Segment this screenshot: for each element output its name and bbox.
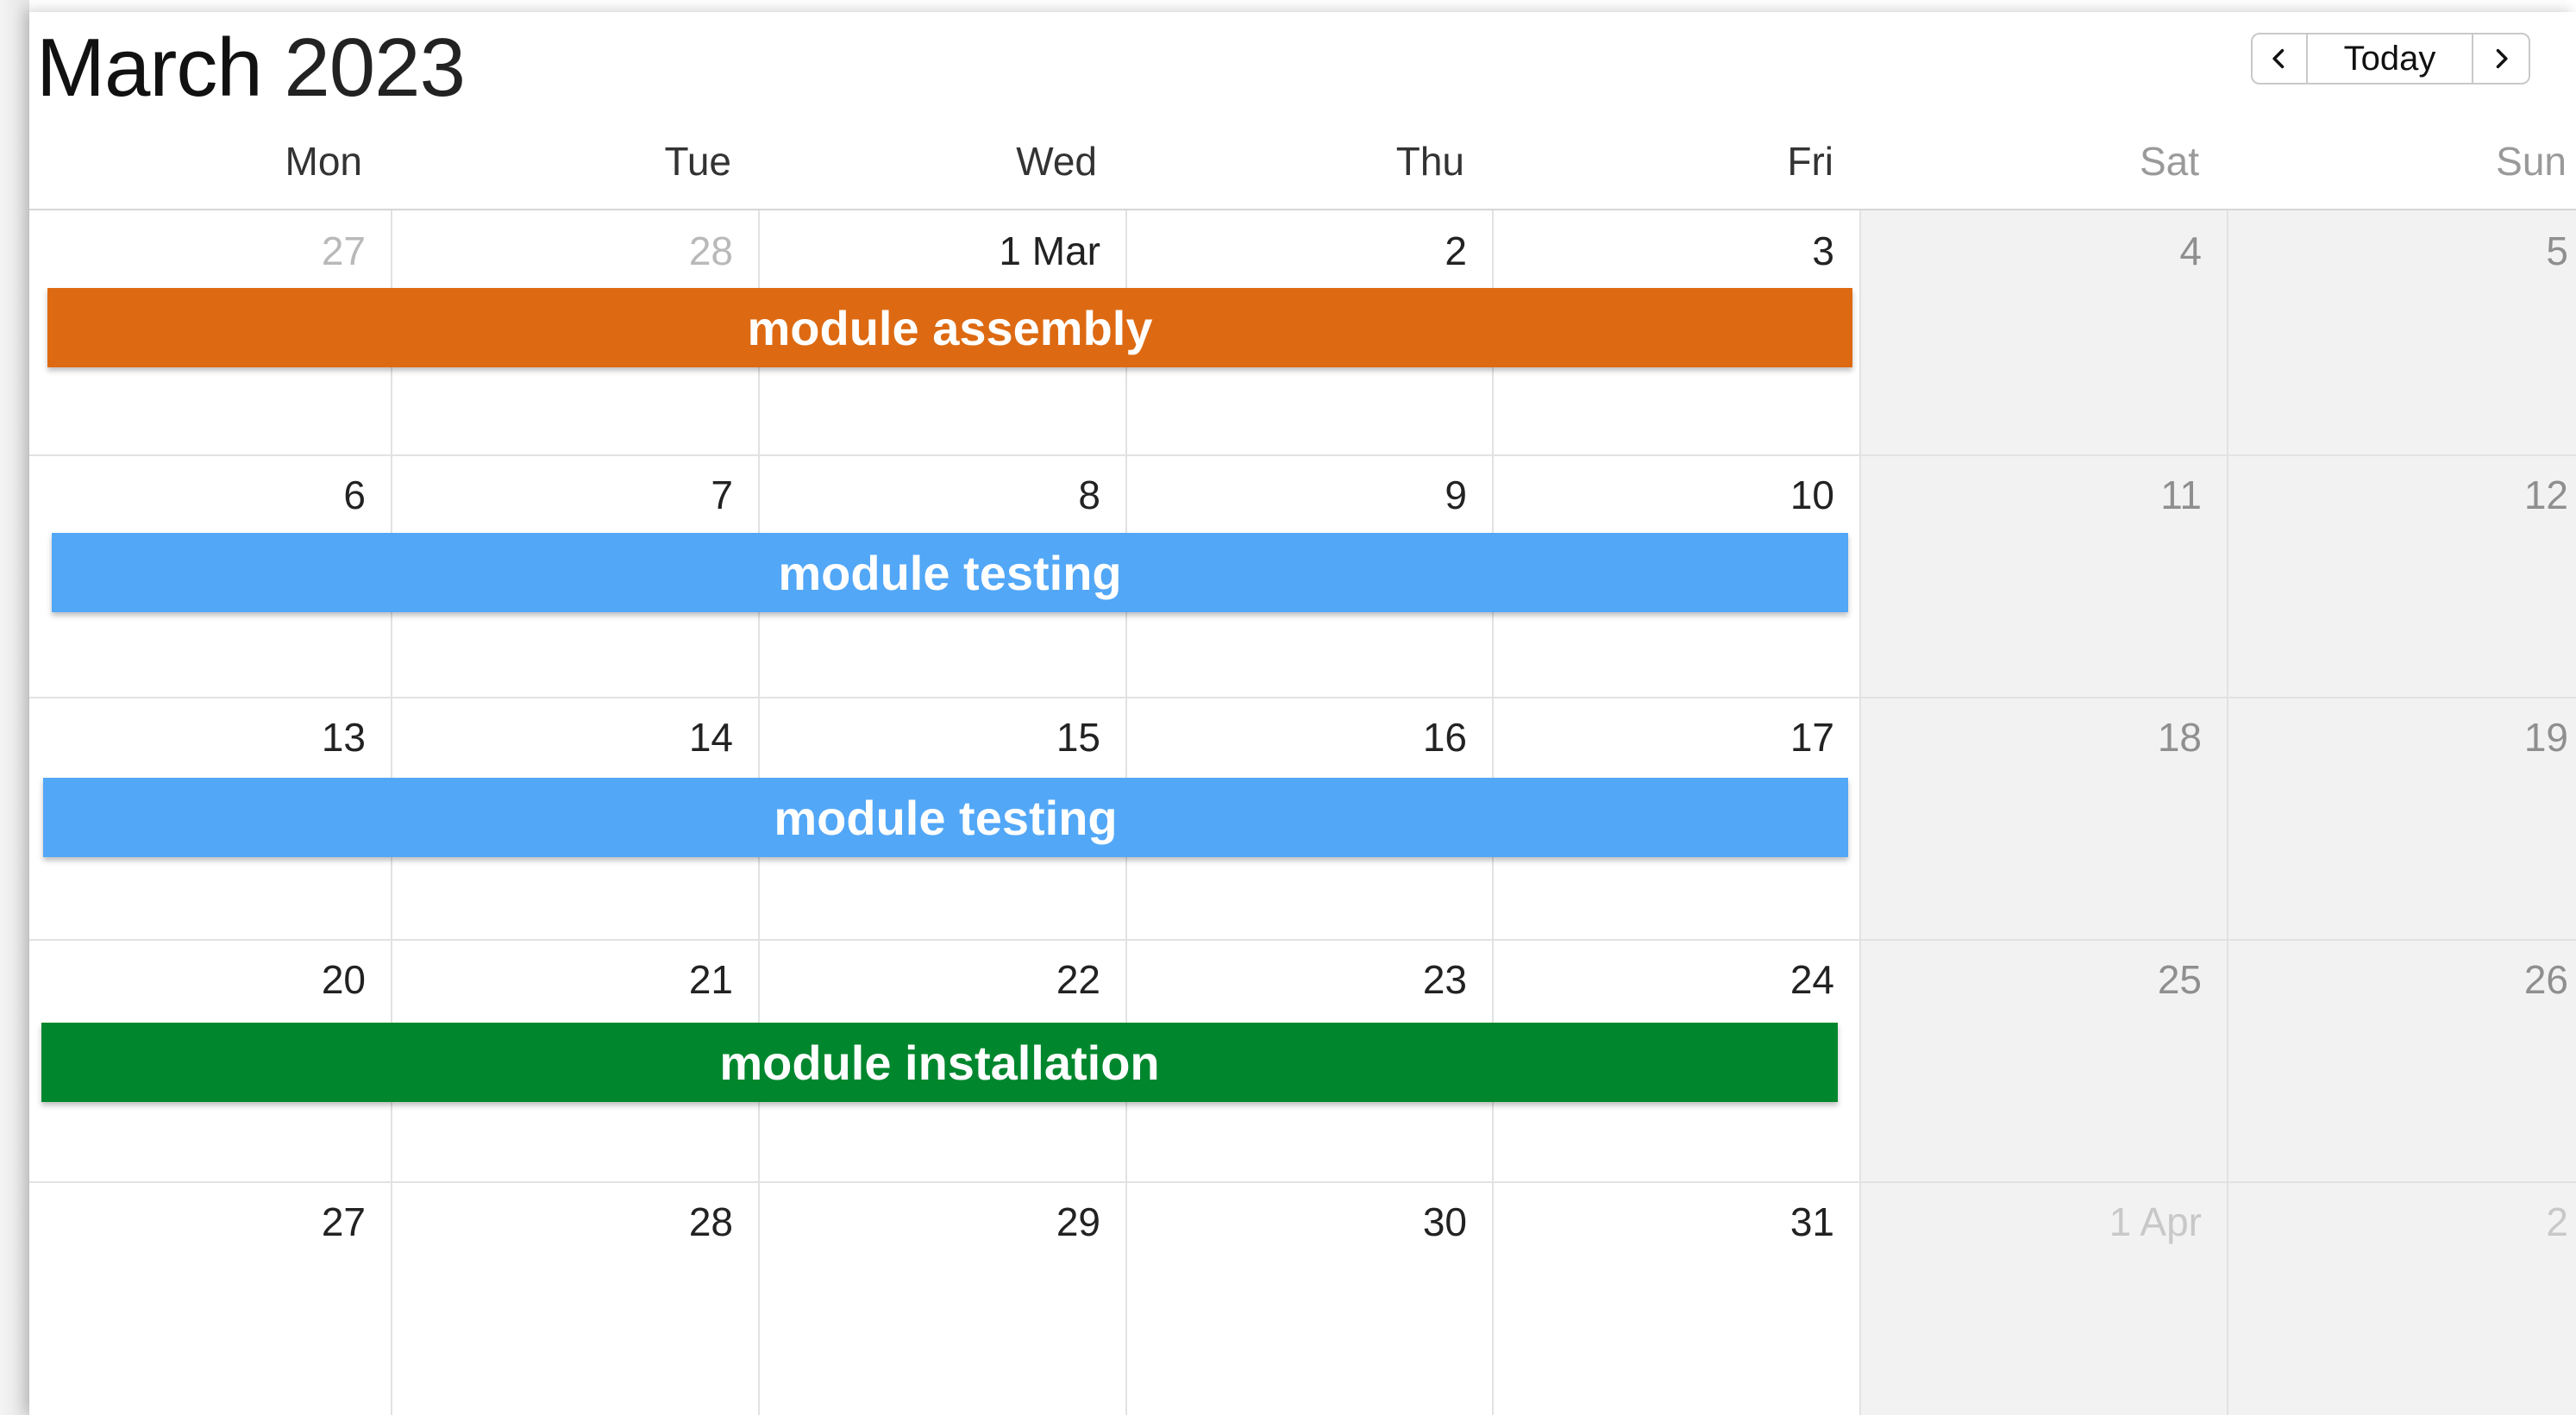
- calendar-title: March 2023: [36, 21, 466, 116]
- day-number[interactable]: 5: [2310, 228, 2568, 274]
- prev-month-button[interactable]: [2251, 33, 2308, 85]
- chevron-right-icon: [2496, 48, 2508, 69]
- day-number[interactable]: 13: [107, 714, 366, 761]
- grid-column-line: [1859, 210, 1861, 1415]
- window-shadow: [0, 0, 29, 1415]
- title-month: March: [36, 22, 263, 114]
- event-title: module installation: [719, 1035, 1160, 1090]
- day-number[interactable]: 23: [1208, 956, 1467, 1003]
- day-number[interactable]: 6: [107, 472, 366, 518]
- day-number[interactable]: 20: [107, 956, 366, 1003]
- day-number[interactable]: 12: [2310, 472, 2568, 518]
- event-bar[interactable]: module testing: [52, 533, 1848, 612]
- weekday-header-fri: Fri: [1787, 139, 1833, 184]
- day-number[interactable]: 9: [1208, 472, 1467, 518]
- weekday-header-thu: Thu: [1395, 139, 1464, 184]
- day-number[interactable]: 27: [107, 228, 366, 274]
- day-number[interactable]: 22: [842, 956, 1100, 1003]
- day-number[interactable]: 7: [474, 472, 733, 518]
- event-bar[interactable]: module assembly: [47, 288, 1852, 367]
- weekday-header-tue: Tue: [664, 139, 731, 184]
- day-number[interactable]: 8: [842, 472, 1100, 518]
- day-number[interactable]: 14: [474, 714, 733, 761]
- event-title: module assembly: [747, 300, 1153, 355]
- grid-row-line: [29, 939, 2576, 941]
- day-number[interactable]: 26: [2310, 956, 2568, 1003]
- title-year: 2023: [284, 22, 466, 114]
- day-number[interactable]: 18: [1943, 714, 2202, 761]
- day-number[interactable]: 27: [107, 1199, 366, 1245]
- day-number[interactable]: 2: [2310, 1199, 2568, 1245]
- day-number[interactable]: 31: [1576, 1199, 1834, 1245]
- day-number[interactable]: 28: [474, 228, 733, 274]
- day-number[interactable]: 2: [1208, 228, 1467, 274]
- day-number[interactable]: 24: [1576, 956, 1834, 1003]
- event-title: module testing: [774, 790, 1118, 845]
- weekday-header-sat: Sat: [2139, 139, 2199, 184]
- day-number[interactable]: 1 Mar: [842, 228, 1100, 274]
- day-number[interactable]: 10: [1576, 472, 1834, 518]
- day-number[interactable]: 30: [1208, 1199, 1467, 1245]
- day-number[interactable]: 29: [842, 1199, 1100, 1245]
- day-number[interactable]: 19: [2310, 714, 2568, 761]
- event-title: module testing: [778, 545, 1122, 600]
- weekday-header-wed: Wed: [1016, 139, 1097, 184]
- grid-row-line: [29, 697, 2576, 698]
- grid-column-line: [2227, 210, 2228, 1415]
- day-number[interactable]: 21: [474, 956, 733, 1003]
- day-number[interactable]: 1 Apr: [1943, 1199, 2202, 1245]
- weekday-header-sun: Sun: [2496, 139, 2567, 184]
- next-month-button[interactable]: [2472, 33, 2530, 85]
- day-number[interactable]: 28: [474, 1199, 733, 1245]
- day-number[interactable]: 11: [1943, 472, 2202, 518]
- day-number[interactable]: 4: [1943, 228, 2202, 274]
- today-button[interactable]: Today: [2308, 33, 2472, 85]
- event-bar[interactable]: module installation: [41, 1023, 1838, 1102]
- event-bar[interactable]: module testing: [43, 778, 1848, 857]
- chevron-left-icon: [2272, 48, 2285, 69]
- day-number[interactable]: 16: [1208, 714, 1467, 761]
- weekday-header-mon: Mon: [285, 139, 362, 184]
- day-number[interactable]: 15: [842, 714, 1100, 761]
- day-number[interactable]: 17: [1576, 714, 1834, 761]
- grid-row-line: [29, 1181, 2576, 1183]
- grid-row-line: [29, 454, 2576, 456]
- day-number[interactable]: 3: [1576, 228, 1834, 274]
- day-number[interactable]: 25: [1943, 956, 2202, 1003]
